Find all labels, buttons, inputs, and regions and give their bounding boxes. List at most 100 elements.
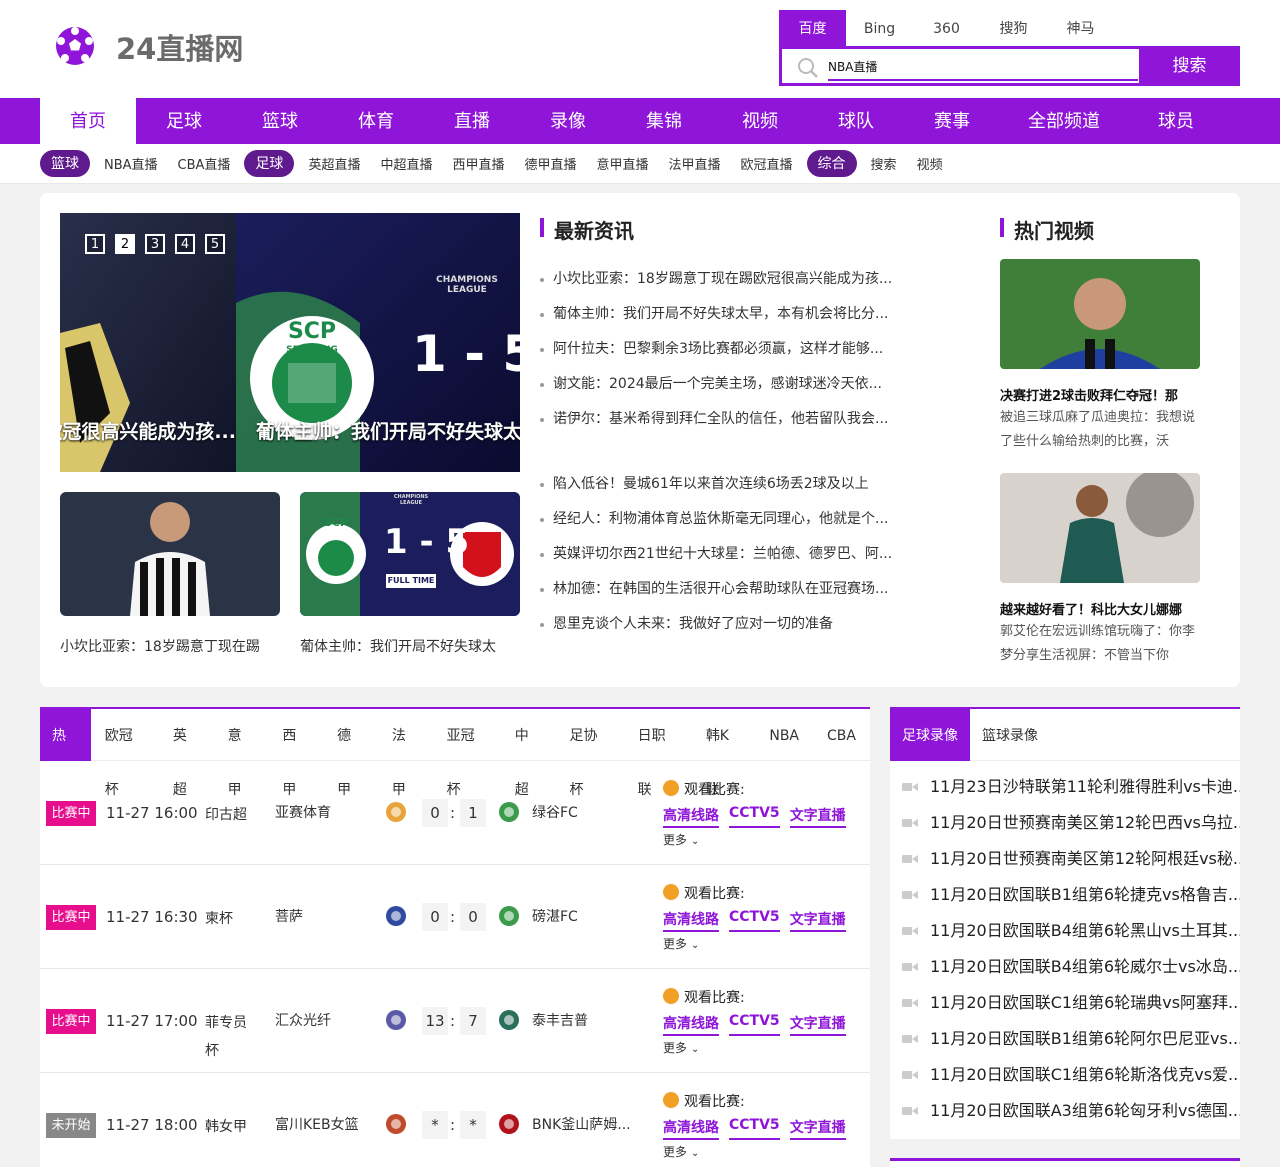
- hot-video-title-1[interactable]: 决赛打进2球击败拜仁夺冠！那: [1000, 385, 1200, 404]
- hot-video-thumb-1[interactable]: [1000, 259, 1200, 369]
- league-tab-cba[interactable]: CBA: [813, 709, 870, 761]
- subnav-link-video[interactable]: 视频: [917, 154, 943, 173]
- subnav-link-csl[interactable]: 中超直播: [380, 154, 432, 173]
- news-item[interactable]: 经纪人：利物浦体育总监休斯毫无同理心，他就是个...: [539, 502, 919, 537]
- engine-tab-bing[interactable]: Bing: [846, 10, 913, 46]
- replay-item[interactable]: 11月20日欧国联B4组第6轮威尔士vs冰岛...: [902, 949, 1240, 985]
- stream-link-cctv5[interactable]: CCTV5: [729, 1117, 780, 1140]
- more-links-toggle[interactable]: 更多 ⌄: [663, 935, 699, 952]
- engine-tab-shenma[interactable]: 神马: [1047, 10, 1114, 46]
- news-item[interactable]: 陷入低谷！曼城61年以来首次连续6场丢2球及以上: [539, 467, 919, 502]
- subnav-link-laliga[interactable]: 西甲直播: [452, 154, 504, 173]
- match-home-team[interactable]: 菩萨: [275, 905, 303, 930]
- subnav-category-basketball[interactable]: 篮球: [40, 150, 90, 177]
- soccer-ball-logo-icon[interactable]: [55, 26, 95, 66]
- subnav-link-epl[interactable]: 英超直播: [308, 154, 360, 173]
- subnav-link-ligue1[interactable]: 法甲直播: [669, 154, 721, 173]
- thumb-image-2[interactable]: SCP CHAMPIONS LEAGUE 1 - 5 FULL TIME: [300, 492, 520, 616]
- stream-link-hd[interactable]: 高清线路: [663, 909, 719, 932]
- match-league[interactable]: 菲专员杯: [205, 1009, 257, 1065]
- replay-item[interactable]: 11月20日欧国联C1组第6轮斯洛伐克vs爱...: [902, 1057, 1240, 1093]
- match-league[interactable]: 韩女甲: [205, 1113, 257, 1141]
- slider-pager-2[interactable]: 2: [115, 234, 135, 254]
- engine-tab-360[interactable]: 360: [913, 10, 980, 46]
- slider-pager-1[interactable]: 1: [85, 234, 105, 254]
- nav-item-football[interactable]: 足球: [136, 98, 232, 144]
- subnav-link-nba[interactable]: NBA直播: [104, 154, 158, 173]
- replay-item[interactable]: 11月23日沙特联第11轮利雅得胜利vs卡迪...: [902, 769, 1240, 805]
- league-tab-fa-cup[interactable]: 足协杯: [556, 709, 624, 798]
- nav-item-video[interactable]: 视频: [712, 98, 808, 144]
- nav-item-basketball[interactable]: 篮球: [232, 98, 328, 144]
- league-tab-kleague[interactable]: 韩K联: [692, 709, 756, 798]
- hot-video-title-2[interactable]: 越来越好看了！科比大女儿娜娜: [1000, 599, 1200, 618]
- nav-item-sports[interactable]: 体育: [328, 98, 424, 144]
- news-item[interactable]: 阿什拉夫：巴黎剩余3场比赛都必须赢，这样才能够...: [539, 332, 919, 367]
- stream-link-text-live[interactable]: 文字直播: [789, 909, 846, 932]
- slider-pager-3[interactable]: 3: [145, 234, 165, 254]
- more-links-toggle[interactable]: 更多 ⌄: [663, 1039, 699, 1056]
- slider-pager-4[interactable]: 4: [175, 234, 195, 254]
- more-links-toggle[interactable]: 更多 ⌄: [663, 831, 699, 848]
- replay-tab-basketball[interactable]: 篮球录像: [970, 709, 1050, 761]
- match-away-team[interactable]: 绿谷FC: [532, 801, 578, 826]
- subnav-category-general[interactable]: 综合: [806, 150, 857, 177]
- subnav-link-bundesliga[interactable]: 德甲直播: [524, 154, 576, 173]
- stream-link-hd[interactable]: 高清线路: [663, 1117, 719, 1140]
- subnav-link-search[interactable]: 搜索: [871, 154, 897, 173]
- league-tab-nba[interactable]: NBA: [755, 709, 813, 761]
- thumb-caption-1[interactable]: 小坎比亚索：18岁踢意丁现在踢: [60, 636, 260, 656]
- engine-tab-baidu[interactable]: 百度: [779, 10, 846, 46]
- featured-slider[interactable]: CHAMPIONS LEAGUE SCP SPORTING 1 - 5 1 2 …: [60, 213, 520, 472]
- replay-tab-football[interactable]: 足球录像: [890, 709, 970, 761]
- league-tab-laliga[interactable]: 西甲: [268, 709, 323, 798]
- subnav-link-cba[interactable]: CBA直播: [178, 154, 231, 173]
- nav-item-replay[interactable]: 录像: [520, 98, 616, 144]
- news-item[interactable]: 谢文能：2024最后一个完美主场，感谢球迷冷天依...: [539, 367, 919, 402]
- league-tab-ucl[interactable]: 欧冠杯: [91, 709, 159, 798]
- subnav-link-seriea[interactable]: 意甲直播: [597, 154, 649, 173]
- league-tab-bundesliga[interactable]: 德甲: [323, 709, 378, 798]
- nav-item-all-channels[interactable]: 全部频道: [1000, 98, 1128, 144]
- league-tab-seriea[interactable]: 意甲: [214, 709, 269, 798]
- subnav-category-football[interactable]: 足球: [244, 150, 295, 177]
- league-tab-epl[interactable]: 英超: [159, 709, 214, 798]
- replay-item[interactable]: 11月20日欧国联B1组第6轮阿尔巴尼亚vs...: [902, 1021, 1240, 1057]
- league-tab-ligue1[interactable]: 法甲: [378, 709, 433, 798]
- nav-item-home[interactable]: 首页: [40, 98, 136, 144]
- league-tab-csl[interactable]: 中超: [501, 709, 556, 798]
- stream-link-text-live[interactable]: 文字直播: [789, 805, 846, 828]
- stream-link-cctv5[interactable]: CCTV5: [729, 1013, 780, 1036]
- replay-item[interactable]: 11月20日欧国联B1组第6轮捷克vs格鲁吉...: [902, 877, 1240, 913]
- nav-item-highlights[interactable]: 集锦: [616, 98, 712, 144]
- news-item[interactable]: 小坎比亚索：18岁踢意丁现在踢欧冠很高兴能成为孩...: [539, 262, 919, 297]
- league-tab-hot[interactable]: 热门: [40, 709, 91, 798]
- slide-caption-current[interactable]: 葡体主帅：我们开局不好失球太早: [256, 417, 520, 444]
- nav-item-teams[interactable]: 球队: [808, 98, 904, 144]
- replay-item[interactable]: 11月20日世预赛南美区第12轮阿根廷vs秘...: [902, 841, 1240, 877]
- news-item[interactable]: 恩里克谈个人未来：我做好了应对一切的准备: [539, 607, 919, 642]
- league-tab-jleague[interactable]: 日职联: [624, 709, 692, 798]
- news-item[interactable]: 林加德：在韩国的生活很开心会帮助球队在亚冠赛场...: [539, 572, 919, 607]
- slide-caption-prev[interactable]: 小坎比亚索：18岁踢意丁现在踢欧冠很高兴能成为孩...: [60, 417, 236, 444]
- slider-pager-5[interactable]: 5: [205, 234, 225, 254]
- stream-link-hd[interactable]: 高清线路: [663, 805, 719, 828]
- thumb-image-1[interactable]: [60, 492, 280, 616]
- thumb-caption-2[interactable]: 葡体主帅：我们开局不好失球太: [300, 636, 496, 656]
- nav-item-events[interactable]: 赛事: [904, 98, 1000, 144]
- stream-link-text-live[interactable]: 文字直播: [789, 1117, 846, 1140]
- more-links-toggle[interactable]: 更多 ⌄: [663, 1143, 699, 1160]
- match-home-team[interactable]: 亚赛体育: [275, 801, 331, 826]
- subnav-link-ucl[interactable]: 欧冠直播: [741, 154, 793, 173]
- search-input[interactable]: [828, 53, 1138, 81]
- search-button[interactable]: 搜索: [1139, 46, 1240, 86]
- stream-link-text-live[interactable]: 文字直播: [789, 1013, 846, 1036]
- stream-link-cctv5[interactable]: CCTV5: [729, 805, 780, 828]
- news-item[interactable]: 葡体主帅：我们开局不好失球太早，本有机会将比分...: [539, 297, 919, 332]
- replay-item[interactable]: 11月20日欧国联C1组第6轮瑞典vs阿塞拜...: [902, 985, 1240, 1021]
- match-away-team[interactable]: 磅湛FC: [532, 905, 578, 930]
- replay-item[interactable]: 11月20日世预赛南美区第12轮巴西vs乌拉...: [902, 805, 1240, 841]
- news-item[interactable]: 英媒评切尔西21世纪十大球星：兰帕德、德罗巴、阿...: [539, 537, 919, 572]
- match-away-team[interactable]: BNK釜山萨姆...: [532, 1113, 631, 1138]
- stream-link-hd[interactable]: 高清线路: [663, 1013, 719, 1036]
